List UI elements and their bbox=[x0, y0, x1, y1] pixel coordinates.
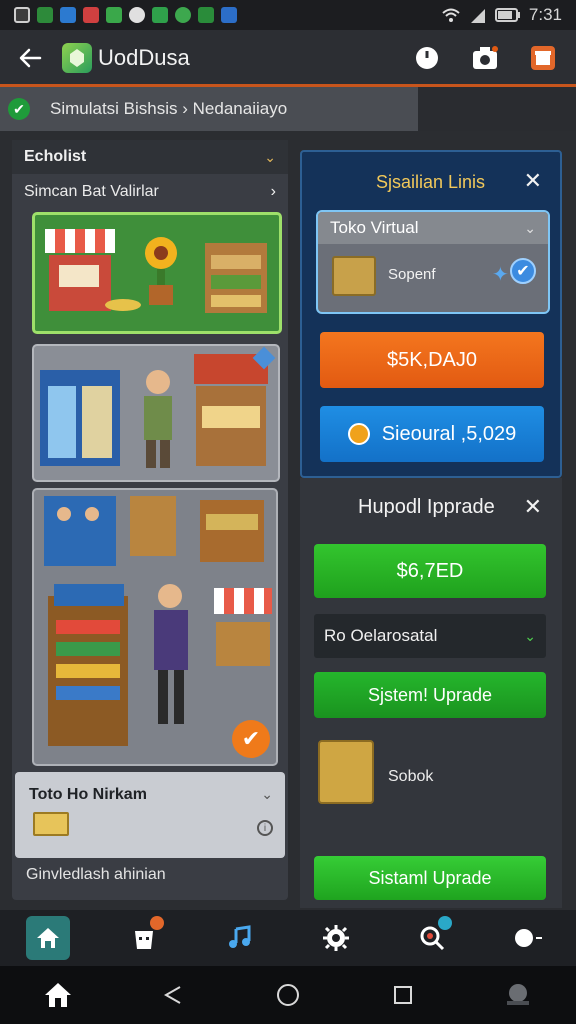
select-label: Ro Oelarosatal bbox=[324, 626, 438, 645]
system-home-button[interactable] bbox=[38, 975, 78, 1015]
notification-badge bbox=[438, 916, 452, 930]
clock: 7:31 bbox=[528, 5, 562, 24]
nav-shop[interactable] bbox=[122, 916, 166, 960]
panel-footer-text: Ginvledlash ahinian bbox=[26, 866, 166, 883]
nav-music[interactable] bbox=[218, 916, 262, 960]
system-upgrade-button[interactable]: Sjstem! Uprade bbox=[314, 672, 546, 718]
nav-search[interactable] bbox=[410, 916, 454, 960]
nav-settings[interactable] bbox=[314, 916, 358, 960]
arrow-left-icon bbox=[19, 48, 42, 68]
app-title: UodDusa bbox=[98, 45, 190, 70]
camera-button[interactable] bbox=[470, 43, 500, 73]
market-stall-illustration bbox=[45, 229, 267, 313]
notification-icon bbox=[14, 7, 30, 23]
chevron-down-icon: ⌄ bbox=[261, 786, 273, 802]
secondary-price-label: Sieoural ,5,029 bbox=[381, 422, 517, 445]
panel-title: Hupodl Ipprade bbox=[358, 496, 495, 518]
notification-icon bbox=[198, 7, 214, 23]
nav-profile[interactable] bbox=[506, 916, 550, 960]
info-icon[interactable]: i bbox=[257, 820, 273, 836]
panel-subheader[interactable]: Simcan Bat Valirlar › bbox=[12, 176, 288, 208]
music-icon bbox=[229, 925, 251, 948]
chevron-down-icon: ⌄ bbox=[524, 219, 536, 236]
business-card-shop-owner[interactable] bbox=[32, 344, 280, 482]
system-back-button[interactable] bbox=[153, 975, 193, 1015]
close-icon[interactable]: ✕ bbox=[524, 168, 542, 194]
system-recents-button[interactable] bbox=[383, 975, 423, 1015]
app-bar: UodDusa bbox=[0, 30, 576, 86]
notification-icon bbox=[106, 7, 122, 23]
status-bar: 7:31 bbox=[0, 0, 576, 30]
back-button[interactable] bbox=[12, 40, 48, 76]
buy-price-button[interactable]: $5K,DAJ0 bbox=[320, 332, 544, 388]
select-label: Toko Virtual bbox=[330, 218, 419, 237]
stock-label: Sobok bbox=[388, 768, 434, 785]
close-icon[interactable]: ✕ bbox=[524, 494, 542, 520]
wifi-icon bbox=[442, 8, 460, 22]
nav-home[interactable] bbox=[26, 916, 70, 960]
check-icon[interactable]: ✔ bbox=[510, 258, 536, 284]
basket-icon bbox=[318, 740, 374, 804]
timer-icon bbox=[416, 47, 438, 69]
system-upgrade-button-2[interactable]: Sistaml Uprade bbox=[314, 856, 546, 900]
home-icon bbox=[37, 928, 59, 948]
notification-icon bbox=[37, 7, 53, 23]
sparkle-icon: ✦ bbox=[492, 264, 509, 286]
business-card-market-stall[interactable] bbox=[32, 212, 282, 334]
breadcrumb-filler bbox=[418, 87, 576, 131]
chevron-right-icon: › bbox=[270, 183, 276, 200]
secondary-price-button[interactable]: Sieoural ,5,029 bbox=[320, 406, 544, 462]
store-button[interactable] bbox=[528, 43, 558, 73]
panel-subtitle: Simcan Bat Valirlar bbox=[24, 183, 159, 200]
system-home-circle-button[interactable] bbox=[268, 975, 308, 1015]
breadcrumb[interactable]: ✔ Simulatsi Bishsis › Nedanaiiayo bbox=[0, 87, 418, 131]
square-icon bbox=[394, 986, 413, 1004]
check-icon: ✔ bbox=[8, 98, 30, 120]
circle-icon bbox=[276, 984, 299, 1006]
assistant-button[interactable] bbox=[498, 975, 538, 1015]
bottom-nav bbox=[0, 910, 576, 966]
panel-header[interactable]: Echolist ⌄ bbox=[12, 140, 288, 174]
shop-owner-illustration bbox=[40, 354, 268, 468]
signal-icon bbox=[470, 9, 485, 23]
basket-icon bbox=[332, 256, 376, 296]
camera-icon bbox=[473, 46, 498, 69]
list-item-title: Toto Ho Nirkam bbox=[29, 786, 147, 803]
business-list-panel: Echolist ⌄ Simcan Bat Valirlar › ✔ Toto … bbox=[12, 140, 288, 900]
list-item[interactable]: Toto Ho Nirkam ⌄ i bbox=[15, 772, 285, 858]
system-nav bbox=[0, 966, 576, 1024]
notification-icon bbox=[60, 7, 76, 23]
app-logo bbox=[62, 43, 92, 73]
chevron-down-icon: ⌄ bbox=[264, 148, 276, 165]
notification-icon bbox=[129, 7, 145, 23]
coin-icon bbox=[347, 423, 370, 445]
virtual-shop-panel: Sjsailian Linis ✕ Toko Virtual ⌄ Sopenf … bbox=[300, 150, 562, 478]
profile-icon bbox=[515, 929, 542, 947]
settings-icon bbox=[323, 925, 349, 951]
box-icon bbox=[33, 812, 69, 836]
store-icon bbox=[531, 46, 555, 70]
upgrade-price-button[interactable]: $6,7ED bbox=[314, 544, 546, 598]
notification-badge bbox=[150, 916, 164, 930]
upgrade-panel: Hupodl Ipprade ✕ $6,7ED Ro Oelarosatal ⌄… bbox=[300, 478, 562, 908]
upgrade-select[interactable]: Ro Oelarosatal ⌄ bbox=[314, 614, 546, 658]
selected-check-icon[interactable]: ✔ bbox=[232, 720, 270, 758]
assistant-icon bbox=[507, 984, 530, 1005]
home-icon bbox=[44, 983, 71, 1007]
timer-button[interactable] bbox=[412, 43, 442, 73]
panel-title: Sjsailian Linis bbox=[376, 172, 486, 192]
business-card-store-interior[interactable]: ✔ bbox=[32, 488, 278, 766]
battery-icon bbox=[494, 8, 520, 22]
breadcrumb-text: Simulatsi Bishsis › Nedanaiiayo bbox=[50, 99, 288, 118]
panel-title: Echolist bbox=[24, 148, 87, 165]
notification-icon bbox=[175, 7, 191, 23]
notification-icon bbox=[152, 7, 168, 23]
shop-select[interactable]: Toko Virtual ⌄ Sopenf ✦ ✔ bbox=[316, 210, 550, 314]
chevron-down-icon: ⌄ bbox=[524, 627, 536, 644]
spend-label: Sopenf bbox=[388, 266, 436, 283]
notification-icon bbox=[221, 7, 237, 23]
select-header[interactable]: Toko Virtual ⌄ bbox=[318, 212, 548, 244]
back-triangle-icon bbox=[163, 986, 181, 1004]
notification-icon bbox=[83, 7, 99, 23]
